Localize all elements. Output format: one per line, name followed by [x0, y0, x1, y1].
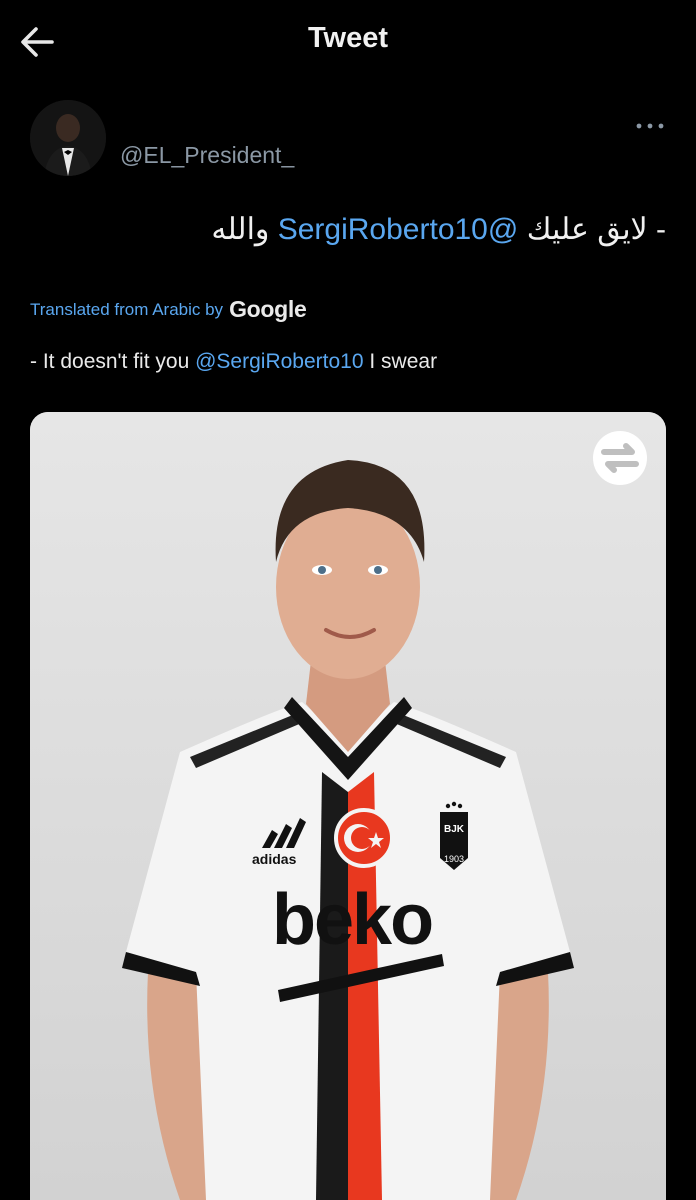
more-options-button[interactable]	[634, 118, 666, 134]
avatar[interactable]	[30, 100, 106, 176]
crest-year: 1903	[444, 854, 464, 864]
tweet-text-translated-prefix: - It doesn't fit you	[30, 350, 190, 373]
translation-label: Translated from Arabic by	[30, 299, 224, 319]
kit-brand-text: adidas	[252, 851, 297, 867]
swap-button[interactable]	[592, 430, 648, 486]
tweet-text-original: - لايق عليك @SergiRoberto10 والله	[211, 212, 666, 247]
player-photo: adidas BJK 1903 beko	[30, 412, 666, 1200]
author-handle[interactable]: @EL_President_	[120, 142, 294, 169]
google-logo: Google	[229, 296, 307, 322]
mention-link-translated[interactable]: @SergiRoberto10	[195, 350, 363, 373]
mention-link[interactable]: @SergiRoberto10	[278, 213, 519, 246]
top-bar: Tweet	[0, 0, 696, 82]
page-title: Tweet	[307, 22, 389, 54]
crest-letters: BJK	[444, 824, 465, 835]
tweet-text-translated-suffix: I swear	[369, 350, 438, 373]
tweet-media-image[interactable]: adidas BJK 1903 beko	[30, 412, 666, 1200]
avatar-image	[30, 100, 106, 176]
swap-arrows-icon	[593, 431, 647, 485]
tweet-text-original-suffix: والله	[211, 213, 270, 246]
translation-attribution[interactable]: Translated from Arabic by Google	[30, 296, 307, 323]
sponsor-text: beko	[272, 880, 432, 960]
more-horizontal-icon	[636, 123, 664, 129]
tweet-text-original-prefix: - لايق عليك	[526, 213, 666, 246]
tweet-text-translated: - It doesn't fit you @SergiRoberto10 I s…	[30, 350, 437, 374]
